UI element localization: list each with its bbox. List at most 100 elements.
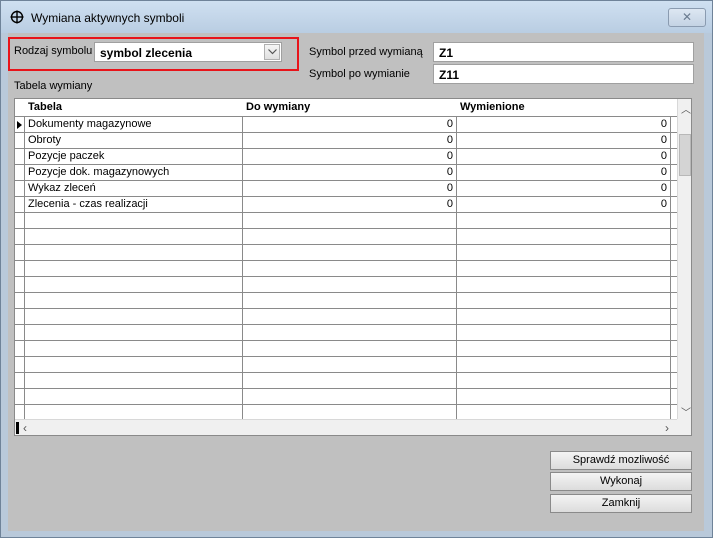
cell-to-replace[interactable] xyxy=(243,357,457,372)
empty-table-row[interactable] xyxy=(15,245,677,261)
cell-replaced[interactable]: 0 xyxy=(457,165,671,180)
cell-table-name[interactable] xyxy=(25,213,243,228)
row-indicator[interactable] xyxy=(15,373,25,388)
row-indicator[interactable] xyxy=(15,325,25,340)
row-indicator[interactable] xyxy=(15,181,25,196)
combo-dropdown-button[interactable] xyxy=(264,44,280,60)
cell-table-name[interactable]: Zlecenia - czas realizacji xyxy=(25,197,243,212)
cell-replaced[interactable] xyxy=(457,405,671,420)
row-indicator[interactable] xyxy=(15,213,25,228)
empty-table-row[interactable] xyxy=(15,213,677,229)
empty-table-row[interactable] xyxy=(15,357,677,373)
cell-table-name[interactable] xyxy=(25,341,243,356)
empty-table-row[interactable] xyxy=(15,325,677,341)
row-indicator[interactable] xyxy=(15,165,25,180)
horizontal-scrollbar[interactable]: ‹ › xyxy=(15,419,677,435)
empty-table-row[interactable] xyxy=(15,229,677,245)
row-indicator[interactable] xyxy=(15,133,25,148)
cell-replaced[interactable] xyxy=(457,389,671,404)
cell-table-name[interactable]: Pozycje dok. magazynowych xyxy=(25,165,243,180)
cell-replaced[interactable] xyxy=(457,357,671,372)
cell-to-replace[interactable] xyxy=(243,405,457,420)
cell-to-replace[interactable]: 0 xyxy=(243,197,457,212)
empty-table-row[interactable] xyxy=(15,309,677,325)
cell-table-name[interactable] xyxy=(25,245,243,260)
vertical-scrollbar[interactable]: ︿ ﹀ xyxy=(677,99,691,419)
row-indicator[interactable] xyxy=(15,405,25,420)
cell-replaced[interactable] xyxy=(457,245,671,260)
table-row[interactable]: Obroty 0 0 xyxy=(15,133,677,149)
row-indicator[interactable] xyxy=(15,229,25,244)
column-header-replaced[interactable]: Wymienione xyxy=(457,99,671,116)
cell-to-replace[interactable] xyxy=(243,229,457,244)
cell-replaced[interactable] xyxy=(457,213,671,228)
after-symbol-field[interactable]: Z11 xyxy=(433,64,694,84)
row-indicator[interactable] xyxy=(15,389,25,404)
cell-to-replace[interactable]: 0 xyxy=(243,117,457,132)
cell-replaced[interactable]: 0 xyxy=(457,197,671,212)
cell-to-replace[interactable] xyxy=(243,389,457,404)
cell-table-name[interactable] xyxy=(25,229,243,244)
row-indicator[interactable] xyxy=(15,309,25,324)
check-possibility-button[interactable]: Sprawdź mozliwość wymiany xyxy=(550,451,692,483)
cell-table-name[interactable]: Pozycje paczek xyxy=(25,149,243,164)
cell-to-replace[interactable] xyxy=(243,245,457,260)
cell-to-replace[interactable]: 0 xyxy=(243,149,457,164)
cell-table-name[interactable] xyxy=(25,309,243,324)
empty-table-row[interactable] xyxy=(15,261,677,277)
empty-table-row[interactable] xyxy=(15,293,677,309)
cell-replaced[interactable] xyxy=(457,293,671,308)
cell-to-replace[interactable]: 0 xyxy=(243,181,457,196)
cell-to-replace[interactable] xyxy=(243,325,457,340)
cell-replaced[interactable] xyxy=(457,277,671,292)
empty-table-row[interactable] xyxy=(15,373,677,389)
empty-table-row[interactable] xyxy=(15,341,677,357)
cell-replaced[interactable] xyxy=(457,229,671,244)
cell-table-name[interactable] xyxy=(25,293,243,308)
table-row[interactable]: Wykaz zleceń 0 0 xyxy=(15,181,677,197)
close-button[interactable]: Zamknij xyxy=(550,494,692,513)
cell-table-name[interactable]: Obroty xyxy=(25,133,243,148)
cell-table-name[interactable]: Wykaz zleceń xyxy=(25,181,243,196)
close-window-button[interactable]: ✕ xyxy=(668,8,706,27)
scroll-down-icon[interactable]: ﹀ xyxy=(681,404,691,419)
cell-table-name[interactable] xyxy=(25,325,243,340)
cell-replaced[interactable] xyxy=(457,341,671,356)
scroll-up-icon[interactable]: ︿ xyxy=(681,101,691,116)
cell-to-replace[interactable]: 0 xyxy=(243,165,457,180)
horizontal-scroll-thumb[interactable] xyxy=(16,422,19,434)
cell-to-replace[interactable] xyxy=(243,373,457,388)
row-indicator[interactable] xyxy=(15,261,25,276)
table-row[interactable]: Pozycje paczek 0 0 xyxy=(15,149,677,165)
cell-to-replace[interactable] xyxy=(243,277,457,292)
row-indicator[interactable] xyxy=(15,277,25,292)
cell-replaced[interactable]: 0 xyxy=(457,133,671,148)
cell-replaced[interactable]: 0 xyxy=(457,117,671,132)
cell-to-replace[interactable] xyxy=(243,261,457,276)
cell-table-name[interactable] xyxy=(25,389,243,404)
cell-to-replace[interactable] xyxy=(243,293,457,308)
cell-table-name[interactable] xyxy=(25,277,243,292)
cell-replaced[interactable] xyxy=(457,261,671,276)
table-row[interactable]: Zlecenia - czas realizacji 0 0 xyxy=(15,197,677,213)
cell-replaced[interactable]: 0 xyxy=(457,149,671,164)
execute-button[interactable]: Wykonaj xyxy=(550,472,692,491)
row-indicator[interactable] xyxy=(15,293,25,308)
row-indicator[interactable] xyxy=(15,117,25,132)
cell-replaced[interactable] xyxy=(457,325,671,340)
table-row[interactable]: Pozycje dok. magazynowych 0 0 xyxy=(15,165,677,181)
cell-to-replace[interactable] xyxy=(243,309,457,324)
scroll-left-icon[interactable]: ‹ xyxy=(23,421,27,435)
cell-table-name[interactable] xyxy=(25,261,243,276)
cell-to-replace[interactable]: 0 xyxy=(243,133,457,148)
cell-table-name[interactable] xyxy=(25,357,243,372)
empty-table-row[interactable] xyxy=(15,389,677,405)
cell-replaced[interactable]: 0 xyxy=(457,181,671,196)
row-indicator[interactable] xyxy=(15,197,25,212)
row-indicator[interactable] xyxy=(15,149,25,164)
cell-to-replace[interactable] xyxy=(243,213,457,228)
row-indicator[interactable] xyxy=(15,357,25,372)
row-indicator[interactable] xyxy=(15,341,25,356)
row-indicator[interactable] xyxy=(15,245,25,260)
cell-table-name[interactable] xyxy=(25,405,243,420)
